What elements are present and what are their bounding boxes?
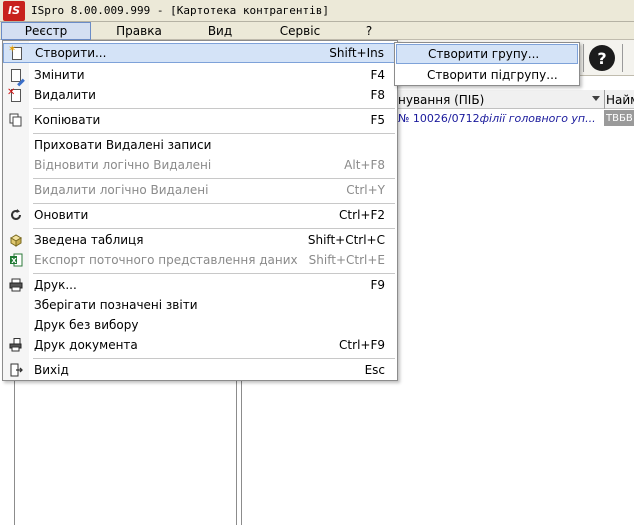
print-document-icon	[8, 337, 24, 353]
menu-item-print-document[interactable]: Друк документа Ctrl+F9	[3, 335, 397, 355]
menu-item-exit[interactable]: Вихід Esc	[3, 360, 397, 380]
menu-item-print[interactable]: Друк... F9	[3, 275, 397, 295]
menu-separator	[33, 273, 395, 274]
registry-dropdown-menu: ✶ Створити... Shift+Ins Змінити F4 ✕ Вид…	[2, 40, 398, 381]
window-title: ISpro 8.00.009.999 - [Картотека контраге…	[31, 4, 330, 17]
menu-item-restore-deleted: Відновити логічно Видалені Alt+F8	[34, 158, 385, 172]
delete-doc-icon: ✕	[7, 87, 24, 103]
exit-icon	[8, 362, 24, 378]
new-doc-icon: ✶	[8, 44, 25, 61]
toolbar-separator	[583, 44, 584, 72]
menu-service[interactable]: Сервіс	[258, 22, 342, 40]
create-submenu: Створити групу... Створити підгрупу...	[394, 42, 580, 86]
excel-export-icon: X	[8, 252, 24, 268]
column-header-name[interactable]: нування (ПІБ)	[398, 90, 604, 109]
edit-doc-icon	[8, 67, 25, 86]
refresh-icon	[8, 207, 24, 223]
column-header-name2[interactable]: Наймен	[606, 90, 634, 109]
menu-separator	[33, 358, 395, 359]
menu-item-pivot-table[interactable]: Зведена таблиця Shift+Ctrl+C	[3, 230, 397, 250]
menu-separator	[33, 108, 395, 109]
cell-prefix: № 10026/0712	[398, 111, 480, 125]
table-row[interactable]: № 10026/0712 філії головного уп...	[398, 110, 604, 126]
menu-separator	[33, 228, 395, 229]
printer-icon	[8, 277, 24, 293]
table-cell[interactable]: ТВБВ	[604, 110, 634, 126]
menu-item-save-marked-reports[interactable]: Зберігати позначені звіти	[3, 295, 397, 315]
sort-arrow-icon[interactable]	[592, 96, 600, 101]
menu-edit[interactable]: Правка	[96, 22, 182, 40]
svg-text:X: X	[11, 257, 17, 265]
menu-item-refresh[interactable]: Оновити Ctrl+F2	[3, 205, 397, 225]
menu-item-purge-deleted: Видалити логічно Видалені Ctrl+Y	[34, 183, 385, 197]
menu-bar: Реєстр Правка Вид Сервіс ?	[0, 22, 634, 40]
menu-item-export-view: X Експорт поточного представлення даних …	[3, 250, 397, 270]
menu-item-create[interactable]: ✶ Створити... Shift+Ins	[3, 43, 397, 63]
menu-item-copy[interactable]: Копіювати F5	[3, 110, 397, 130]
submenu-item-create-group[interactable]: Створити групу...	[396, 44, 578, 64]
copy-icon	[8, 112, 24, 128]
menu-separator	[33, 133, 395, 134]
menu-view[interactable]: Вид	[186, 22, 254, 40]
app-logo-icon: IS	[3, 0, 25, 21]
submenu-item-create-subgroup[interactable]: Створити підгрупу...	[396, 65, 578, 85]
column-divider[interactable]	[604, 90, 605, 109]
menu-separator	[33, 203, 395, 204]
menu-item-delete[interactable]: ✕ Видалити F8	[3, 85, 397, 105]
cell-italic: філії головного уп...	[479, 111, 596, 125]
menu-help[interactable]: ?	[346, 22, 392, 40]
menu-item-hide-deleted[interactable]: Приховати Видалені записи	[3, 135, 397, 155]
toolbar-separator	[622, 44, 623, 72]
menu-item-edit[interactable]: Змінити F4	[3, 65, 397, 86]
menu-item-print-no-select[interactable]: Друк без вибору	[3, 315, 397, 335]
menu-separator	[33, 178, 395, 179]
pivot-table-icon	[8, 232, 24, 248]
menu-registry[interactable]: Реєстр	[1, 22, 91, 40]
title-bar: IS ISpro 8.00.009.999 - [Картотека контр…	[0, 0, 634, 22]
help-icon[interactable]: ?	[589, 45, 615, 71]
